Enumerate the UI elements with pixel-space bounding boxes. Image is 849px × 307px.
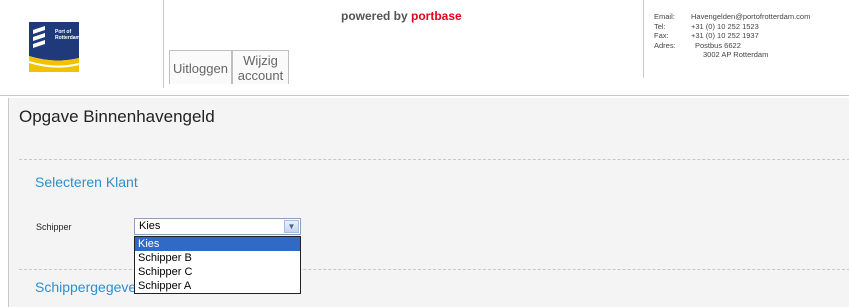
powered-by-prefix: powered by: [341, 9, 412, 23]
address-label: Adres:: [654, 40, 676, 50]
schipper-dropdown-list[interactable]: Kies Schipper B Schipper C Schipper A: [134, 236, 301, 294]
main-content: Opgave Binnenhavengeld Selecteren Klant …: [8, 98, 849, 307]
portbase-brand[interactable]: portbase: [411, 9, 462, 23]
port-logo-icon: [25, 18, 83, 76]
dropdown-option[interactable]: Kies: [135, 237, 300, 251]
dropdown-option[interactable]: Schipper A: [135, 279, 300, 293]
email-value[interactable]: Havengelden@portofrotterdam.com: [691, 12, 810, 22]
page-title: Opgave Binnenhavengeld: [19, 107, 215, 126]
chevron-down-icon[interactable]: ▼: [284, 220, 299, 233]
section-divider: [19, 159, 849, 160]
logout-button[interactable]: Uitloggen: [169, 50, 232, 84]
address-line1: Postbus 6622: [695, 40, 741, 50]
dropdown-option[interactable]: Schipper B: [135, 251, 300, 265]
address-line2: 3002 AP Rotterdam: [703, 50, 769, 59]
fax-value: +31 (0) 10 252 1937: [691, 31, 759, 40]
port-of-rotterdam-logo[interactable]: Port of Rotterdam: [25, 18, 83, 76]
schipper-select-value: Kies: [139, 220, 161, 232]
schipper-label: Schipper: [36, 222, 72, 232]
schipper-select[interactable]: Kies ▼: [134, 218, 301, 235]
dropdown-option[interactable]: Schipper C: [135, 265, 300, 279]
contact-info: Email: Havengelden@portofrotterdam.com Te…: [654, 12, 810, 60]
header: Port of Rotterdam powered by portbase Ui…: [0, 0, 849, 88]
logo-area: Port of Rotterdam: [0, 0, 163, 88]
logo-text: Port of Rotterdam: [55, 29, 81, 41]
tel-value: +31 (0) 10 252 1523: [691, 21, 759, 31]
edit-account-button[interactable]: Wijzig account: [232, 50, 289, 84]
header-separator: [0, 95, 849, 96]
powered-by-text: powered by portbase: [341, 9, 462, 23]
section-title-select-client: Selecteren Klant: [35, 174, 138, 190]
header-divider-left: [163, 0, 164, 88]
header-divider-right: [643, 0, 644, 78]
fax-label: Fax:: [654, 31, 669, 40]
tel-label: Tel:: [654, 21, 666, 31]
email-label: Email:: [654, 12, 675, 21]
